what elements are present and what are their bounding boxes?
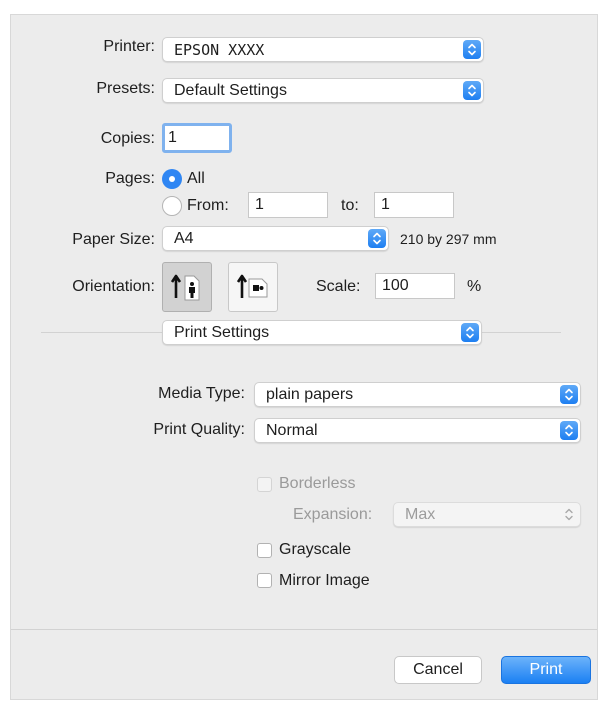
print-settings-popup[interactable]: Print Settings xyxy=(162,320,482,345)
paper-size-dimensions: 210 by 297 mm xyxy=(400,231,497,247)
print-quality-popup-arrows-icon xyxy=(560,421,578,440)
cancel-button[interactable]: Cancel xyxy=(394,656,482,684)
media-type-popup-arrows-icon xyxy=(560,385,578,404)
printer-popup[interactable]: EPSON XXXX xyxy=(162,37,484,62)
pages-from-label[interactable]: From: xyxy=(187,195,229,217)
scale-field[interactable]: 100 xyxy=(375,273,455,299)
print-settings-popup-arrows-icon xyxy=(461,323,479,342)
copies-field[interactable]: 1 xyxy=(162,123,232,153)
scale-value: 100 xyxy=(382,277,409,294)
footer-divider xyxy=(11,629,597,630)
portrait-orientation-icon xyxy=(170,274,200,301)
pages-from-value: 1 xyxy=(255,196,264,213)
print-dialog: Printer: EPSON XXXX Presets: Default Set… xyxy=(10,14,598,700)
pages-to-label: to: xyxy=(341,197,359,214)
pages-all-radio[interactable] xyxy=(162,169,182,189)
grayscale-label[interactable]: Grayscale xyxy=(279,539,351,561)
presets-value: Default Settings xyxy=(174,82,287,99)
print-quality-value: Normal xyxy=(266,422,318,439)
grayscale-checkbox[interactable] xyxy=(257,543,272,558)
pages-from-radio[interactable] xyxy=(162,196,182,216)
landscape-orientation-icon xyxy=(236,274,268,298)
mirror-image-label[interactable]: Mirror Image xyxy=(279,570,370,592)
borderless-checkbox xyxy=(257,477,272,492)
presets-popup-arrows-icon xyxy=(463,81,481,100)
expansion-popup-arrows-icon xyxy=(560,505,578,524)
media-type-value: plain papers xyxy=(266,386,354,403)
print-button[interactable]: Print xyxy=(501,656,591,684)
print-quality-label: Print Quality: xyxy=(153,421,245,438)
presets-popup[interactable]: Default Settings xyxy=(162,78,484,103)
pages-from-field[interactable]: 1 xyxy=(248,192,328,218)
borderless-label: Borderless xyxy=(279,475,356,492)
pages-to-value: 1 xyxy=(381,196,390,213)
scale-label: Scale: xyxy=(316,278,361,295)
copies-label: Copies: xyxy=(100,130,155,147)
printer-popup-arrows-icon xyxy=(463,40,481,59)
mirror-image-checkbox[interactable] xyxy=(257,573,272,588)
pages-label: Pages: xyxy=(105,170,155,187)
presets-label: Presets: xyxy=(96,80,155,97)
copies-value: 1 xyxy=(168,129,177,146)
print-settings-value: Print Settings xyxy=(174,324,270,341)
print-quality-popup[interactable]: Normal xyxy=(254,418,581,443)
paper-size-label: Paper Size: xyxy=(72,231,155,248)
media-type-label: Media Type: xyxy=(158,385,245,402)
paper-size-popup[interactable]: A4 xyxy=(162,226,389,251)
expansion-value: Max xyxy=(405,506,436,523)
pages-to-field[interactable]: 1 xyxy=(374,192,454,218)
expansion-label: Expansion: xyxy=(293,506,373,523)
expansion-popup: Max xyxy=(393,502,581,527)
paper-size-popup-arrows-icon xyxy=(368,229,386,248)
orientation-landscape-button[interactable] xyxy=(228,262,278,312)
printer-label: Printer: xyxy=(103,38,155,55)
pages-all-label[interactable]: All xyxy=(187,168,205,190)
paper-size-value: A4 xyxy=(174,230,194,247)
scale-unit: % xyxy=(467,278,482,295)
orientation-portrait-button[interactable] xyxy=(162,262,212,312)
media-type-popup[interactable]: plain papers xyxy=(254,382,581,407)
printer-value: EPSON XXXX xyxy=(174,41,265,59)
orientation-label: Orientation: xyxy=(72,278,155,295)
